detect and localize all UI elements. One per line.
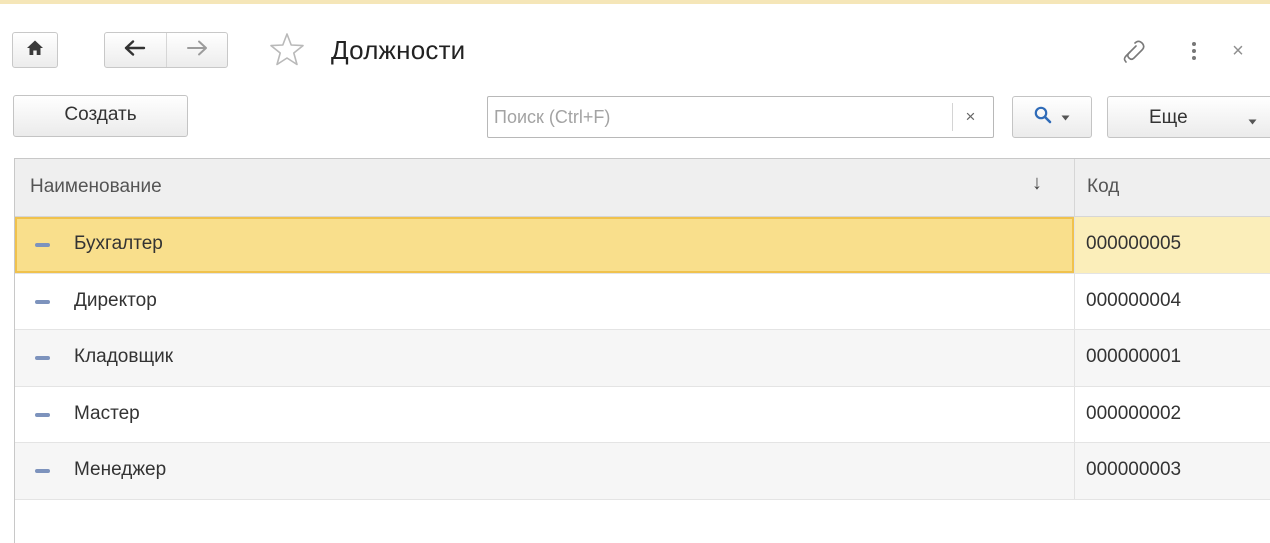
row-name: Менеджер	[74, 459, 167, 481]
favorite-star-icon[interactable]	[268, 31, 306, 69]
history-navigation	[104, 32, 228, 68]
search-box: ×	[487, 96, 994, 138]
row-code[interactable]: 000000003	[1074, 443, 1270, 499]
table-row[interactable]: Мастер 000000002	[15, 386, 1270, 444]
link-icon[interactable]	[1117, 36, 1151, 66]
home-icon	[26, 39, 44, 62]
row-name: Кладовщик	[74, 346, 174, 368]
column-header-name[interactable]: Наименование	[30, 176, 162, 198]
positions-table: Наименование ↓ Код Бухгалтер 000000005 Д…	[14, 158, 1270, 543]
row-code[interactable]: 000000005	[1074, 217, 1270, 273]
chevron-down-icon	[1248, 109, 1257, 131]
column-header-code[interactable]: Код	[1074, 159, 1270, 216]
back-button[interactable]	[105, 33, 166, 67]
cell-name[interactable]: Менеджер	[15, 443, 1074, 499]
more-menu-button[interactable]: Еще	[1107, 96, 1270, 138]
chevron-down-icon	[1061, 108, 1070, 126]
row-name: Директор	[74, 289, 157, 311]
row-name: Мастер	[74, 402, 140, 424]
table-row[interactable]: Бухгалтер 000000005	[15, 217, 1270, 274]
more-menu-label: Еще	[1149, 107, 1188, 128]
create-button[interactable]: Создать	[13, 95, 188, 137]
row-item-icon	[35, 412, 50, 417]
table-row[interactable]: Директор 000000004	[15, 273, 1270, 331]
table-row[interactable]: Кладовщик 000000001	[15, 330, 1270, 387]
home-button[interactable]	[12, 32, 58, 68]
row-name: Бухгалтер	[74, 233, 163, 254]
row-code[interactable]: 000000004	[1074, 273, 1270, 330]
close-icon[interactable]: ×	[1226, 36, 1250, 66]
row-item-icon	[35, 299, 50, 304]
search-input[interactable]	[494, 103, 934, 131]
row-code[interactable]: 000000001	[1074, 330, 1270, 386]
arrow-left-icon	[124, 39, 146, 61]
page-title: Должности	[331, 35, 466, 65]
cell-name[interactable]: Бухгалтер	[15, 217, 1074, 273]
row-item-icon	[35, 243, 50, 247]
window-top-accent	[0, 0, 1270, 4]
cell-name[interactable]: Директор	[15, 274, 1074, 330]
row-code[interactable]: 000000002	[1074, 386, 1270, 443]
table-header: Наименование ↓ Код	[15, 159, 1270, 217]
search-clear-button[interactable]: ×	[952, 103, 988, 131]
table-row[interactable]: Менеджер 000000003	[15, 443, 1270, 500]
row-item-icon	[35, 356, 50, 361]
more-actions-icon[interactable]	[1184, 36, 1204, 66]
cell-name[interactable]: Кладовщик	[15, 330, 1074, 386]
arrow-right-icon	[186, 40, 208, 61]
search-button[interactable]	[1012, 96, 1092, 138]
cell-name[interactable]: Мастер	[15, 387, 1074, 443]
sort-descending-icon[interactable]: ↓	[1032, 172, 1042, 195]
table-body: Бухгалтер 000000005 Директор 000000004 К…	[15, 217, 1270, 500]
forward-button[interactable]	[165, 33, 228, 67]
row-item-icon	[35, 469, 50, 474]
search-icon	[1034, 106, 1052, 129]
